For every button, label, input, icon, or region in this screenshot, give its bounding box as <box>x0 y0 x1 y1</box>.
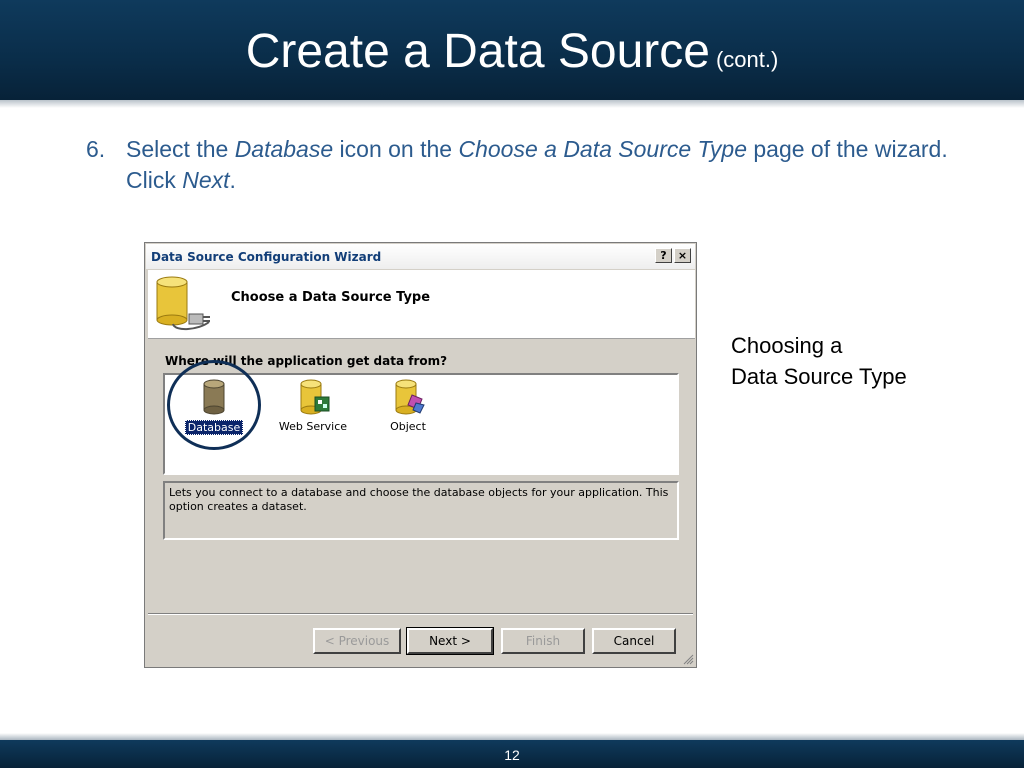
step-part-italic: Next <box>182 167 230 193</box>
page-number: 12 <box>504 747 520 763</box>
caption-line: Data Source Type <box>731 364 907 389</box>
list-item-label: Object <box>390 420 426 433</box>
step-part: Select the <box>126 136 235 162</box>
wizard-title: Data Source Configuration Wizard <box>151 250 382 264</box>
resize-grip-icon[interactable] <box>682 653 694 665</box>
description-box: Lets you connect to a database and choos… <box>163 481 679 540</box>
wizard-header: Choose a Data Source Type <box>148 270 695 339</box>
slide-title: Create a Data Source (cont.) <box>0 24 1024 79</box>
slide-title-main: Create a Data Source <box>245 25 710 78</box>
step-part: icon on the <box>333 136 459 162</box>
close-button[interactable]: × <box>674 248 691 263</box>
object-icon <box>395 379 425 415</box>
finish-button[interactable]: Finish <box>501 628 585 654</box>
slide-title-suffix: (cont.) <box>715 47 779 72</box>
wizard-header-text: Choose a Data Source Type <box>231 290 431 305</box>
step-part: . <box>229 167 236 193</box>
help-button[interactable]: ? <box>655 248 672 263</box>
step-part-italic: Choose a Data Source Type <box>458 136 747 162</box>
previous-button[interactable]: < Previous <box>313 628 401 654</box>
button-separator <box>148 613 693 615</box>
step-text: Select the Database icon on the Choose a… <box>126 134 966 196</box>
figure-caption: Choosing a Data Source Type <box>731 330 907 392</box>
list-item-object[interactable]: Object <box>380 379 436 433</box>
step-number: 6. <box>86 136 106 162</box>
cancel-button[interactable]: Cancel <box>592 628 676 654</box>
step-part-italic: Database <box>234 136 334 162</box>
web-service-icon <box>300 379 330 415</box>
wizard-window: Data Source Configuration Wizard ? × Cho… <box>144 242 697 668</box>
header-shadow <box>0 100 1024 108</box>
list-item-label: Web Service <box>278 420 348 433</box>
highlight-circle <box>167 360 261 450</box>
next-button[interactable]: Next > <box>406 627 494 655</box>
database-plug-icon <box>156 276 210 330</box>
footer-shadow <box>0 733 1024 740</box>
list-item-web-service[interactable]: Web Service <box>273 379 353 433</box>
caption-line: Choosing a <box>731 333 843 358</box>
wizard-titlebar: Data Source Configuration Wizard ? × <box>146 244 695 269</box>
